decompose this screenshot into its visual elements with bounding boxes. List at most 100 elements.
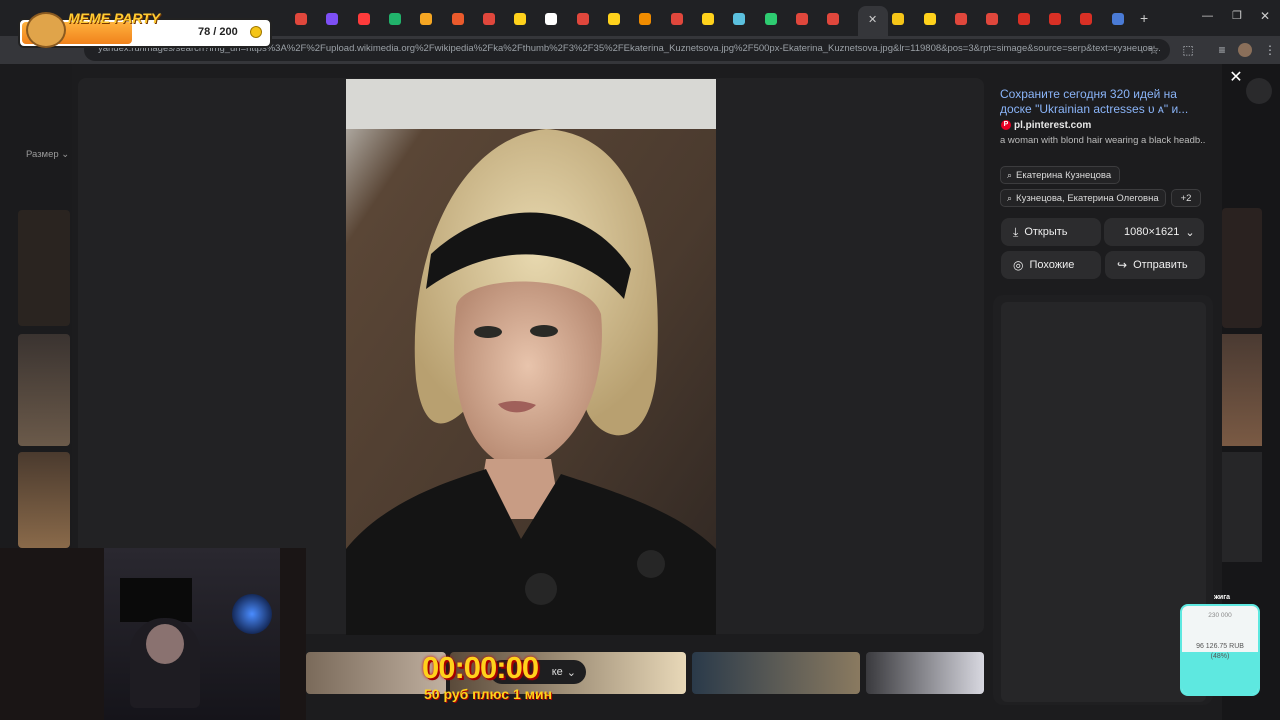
tag-chip[interactable]: ⌕ Кузнецова, Екатерина Олеговна	[1000, 189, 1166, 207]
browser-tab[interactable]	[885, 8, 911, 30]
tag-chip[interactable]: ⌕ Екатерина Кузнецова	[1000, 166, 1120, 184]
media-icon[interactable]: ≡	[1214, 42, 1230, 58]
result-thumbnail[interactable]	[18, 334, 70, 446]
search-icon: ⌕	[1007, 192, 1013, 203]
tab-favicon-icon	[1111, 13, 1124, 25]
webcam-overlay	[0, 548, 306, 720]
meme-party-title: MEME PARTY	[68, 10, 161, 26]
tab-favicon-icon	[827, 13, 840, 25]
user-avatar[interactable]	[1246, 78, 1272, 104]
browser-tab[interactable]	[476, 8, 502, 30]
tab-favicon-icon	[764, 13, 777, 25]
result-thumbnail[interactable]	[18, 210, 70, 326]
donation-goal-widget: 230 000 96 126.75 RUB (48%)	[1180, 604, 1260, 696]
more-tags-chip[interactable]: +2	[1171, 189, 1201, 207]
source-domain[interactable]: pl.pinterest.com	[1014, 120, 1091, 131]
browser-tab[interactable]	[726, 8, 752, 30]
browser-tab[interactable]	[1073, 8, 1099, 30]
profile-avatar[interactable]	[1238, 43, 1252, 57]
browser-tab[interactable]	[917, 8, 943, 30]
meme-party-count: 78 / 200	[198, 26, 238, 38]
browser-tab[interactable]	[632, 8, 658, 30]
browser-tab[interactable]	[288, 8, 314, 30]
similar-button[interactable]: ◎ Похожие	[1001, 251, 1101, 279]
source-title-link[interactable]: Сохраните сегодня 320 идей на доске "Ukr…	[1000, 87, 1200, 117]
tab-favicon-icon	[295, 13, 307, 25]
monitor	[120, 578, 192, 622]
result-thumbnail[interactable]	[1222, 208, 1262, 328]
bookmark-star-icon[interactable]: ☆	[1146, 42, 1162, 58]
window-close-button[interactable]: ✕	[1260, 9, 1270, 23]
browser-tab[interactable]	[319, 8, 345, 30]
tab-favicon-icon	[608, 13, 620, 25]
tab-favicon-icon	[701, 13, 714, 25]
browser-tab[interactable]	[664, 8, 690, 30]
chevron-down-icon: ⌄	[566, 666, 576, 679]
browser-tab[interactable]	[695, 8, 721, 30]
browser-tab[interactable]	[351, 8, 377, 30]
tab-favicon-icon	[986, 13, 999, 25]
browser-tab[interactable]	[948, 8, 974, 30]
browser-tab[interactable]	[570, 8, 596, 30]
tab-favicon-icon	[326, 13, 339, 25]
active-tab[interactable]: ✕	[858, 6, 888, 36]
restore-button[interactable]: ❐	[1232, 9, 1242, 22]
share-icon: ↪	[1117, 258, 1128, 272]
similar-thumbnail[interactable]	[692, 652, 860, 694]
tab-favicon-icon	[357, 13, 370, 25]
open-button[interactable]: ⤓ Открыть	[1001, 218, 1101, 246]
browser-tab[interactable]	[789, 8, 815, 30]
tab-close-icon[interactable]: ✕	[868, 13, 877, 26]
ad-placeholder	[1001, 302, 1206, 702]
main-image[interactable]	[346, 79, 716, 635]
browser-tab[interactable]	[1011, 8, 1037, 30]
browser-tab[interactable]	[1105, 8, 1131, 30]
portrait-photo	[346, 79, 716, 635]
tab-favicon-icon	[545, 13, 558, 25]
result-thumbnail[interactable]	[18, 452, 70, 548]
coin-icon	[250, 26, 262, 38]
tab-favicon-icon	[733, 13, 746, 25]
result-thumbnail[interactable]	[1222, 452, 1262, 562]
browser-menu-icon[interactable]: ⋮	[1262, 42, 1278, 58]
size-filter[interactable]: Размер ⌄	[26, 149, 69, 160]
pinterest-icon: P	[1001, 120, 1011, 130]
tab-favicon-icon	[892, 13, 905, 25]
tab-favicon-icon	[451, 13, 464, 25]
close-icon[interactable]: ✕	[1226, 68, 1246, 88]
doge-icon	[26, 12, 66, 48]
browser-tab[interactable]	[1042, 8, 1068, 30]
download-icon: ⤓	[1013, 224, 1019, 239]
tab-favicon-icon	[639, 13, 652, 25]
browser-tab[interactable]	[601, 8, 627, 30]
stream-timer: 00:00:00	[422, 650, 539, 685]
minimize-button[interactable]: —	[1202, 10, 1213, 22]
browser-tab[interactable]	[507, 8, 533, 30]
resolution-dropdown[interactable]: 1080×1621 ⌄	[1104, 218, 1204, 246]
browser-tab[interactable]	[979, 8, 1005, 30]
browser-tab[interactable]	[538, 8, 564, 30]
browser-tab[interactable]	[413, 8, 439, 30]
similar-thumbnail[interactable]	[866, 652, 984, 694]
tab-favicon-icon	[576, 13, 589, 25]
browser-tab[interactable]	[820, 8, 846, 30]
donation-title: жига	[1213, 594, 1231, 601]
browser-tab[interactable]	[758, 8, 784, 30]
search-icon: ⌕	[1007, 169, 1013, 180]
timer-subtitle: 50 руб плюс 1 мин	[424, 686, 553, 702]
share-button[interactable]: ↪ Отправить	[1105, 251, 1205, 279]
tab-favicon-icon	[923, 13, 936, 25]
browser-tab[interactable]	[445, 8, 471, 30]
donation-percent: (48%)	[1210, 653, 1230, 660]
tab-favicon-icon	[514, 13, 527, 25]
browser-tab[interactable]	[382, 8, 408, 30]
result-thumbnail[interactable]	[1222, 334, 1262, 446]
tab-favicon-icon	[1048, 13, 1061, 25]
new-tab-button[interactable]: +	[1140, 10, 1148, 26]
donation-goal: 230 000	[1208, 612, 1232, 619]
tab-favicon-icon	[482, 13, 495, 25]
extensions-icon[interactable]: ⬚	[1180, 42, 1196, 58]
camera-icon: ◎	[1013, 258, 1024, 272]
tab-favicon-icon	[795, 13, 808, 25]
tab-favicon-icon	[1080, 13, 1093, 25]
